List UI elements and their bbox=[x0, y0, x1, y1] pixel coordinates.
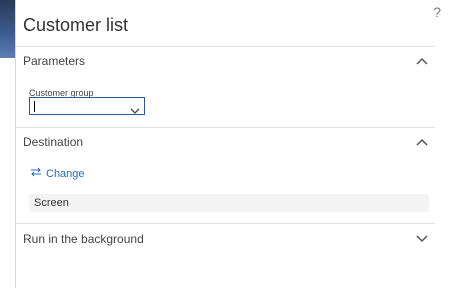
destination-title: Destination bbox=[23, 135, 84, 149]
background-title: Run in the background bbox=[23, 232, 144, 246]
chevron-down-icon bbox=[416, 233, 428, 245]
change-label: Change bbox=[46, 167, 85, 180]
help-button[interactable]: ? bbox=[433, 4, 441, 20]
background-header[interactable]: Run in the background bbox=[16, 224, 435, 254]
swap-arrows-icon bbox=[30, 167, 42, 180]
destination-value: Screen bbox=[29, 194, 429, 212]
background-section: Run in the background bbox=[16, 223, 435, 254]
customer-group-field[interactable] bbox=[29, 97, 145, 115]
text-caret bbox=[34, 101, 35, 112]
chevron-up-icon bbox=[416, 55, 428, 67]
destination-section: Destination bbox=[16, 127, 435, 156]
change-destination-link[interactable]: Change bbox=[30, 167, 85, 180]
parameters-section: Parameters bbox=[16, 46, 435, 75]
background-accent bbox=[0, 0, 16, 58]
destination-header[interactable]: Destination bbox=[16, 128, 435, 156]
parameters-title: Parameters bbox=[23, 54, 86, 68]
chevron-up-icon bbox=[416, 136, 428, 148]
page-title: Customer list bbox=[23, 15, 129, 35]
chevron-down-icon[interactable] bbox=[130, 101, 140, 120]
left-panel-edge bbox=[0, 0, 16, 288]
parameters-header[interactable]: Parameters bbox=[16, 47, 435, 75]
